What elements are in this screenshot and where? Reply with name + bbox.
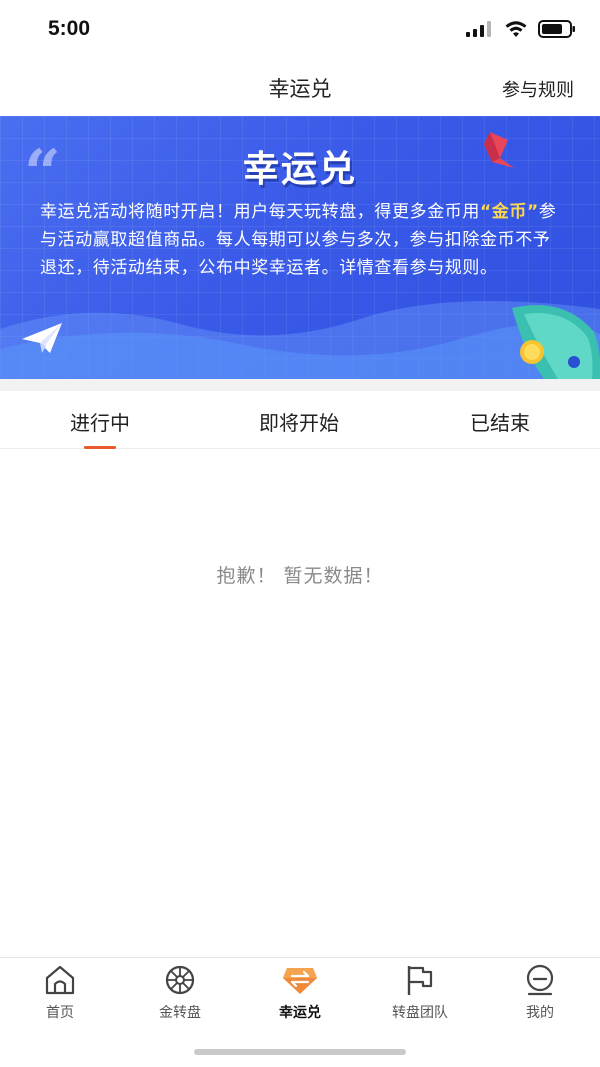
wifi-icon [505,21,527,37]
tabbar-item-home[interactable]: 首页 [0,964,120,1022]
tabbar-item-wheel[interactable]: 金转盘 [120,964,240,1022]
tab-upcoming[interactable]: 即将开始 [229,407,369,436]
rules-link[interactable]: 参与规则 [502,76,574,102]
status-time: 5:00 [48,17,91,40]
flag-icon [407,966,433,995]
banner-highlight: “金币” [480,202,539,222]
tabbar-label-home: 首页 [46,1005,74,1021]
screen: 5:00 幸运兑 参与规则 “ 幸运兑 幸运兑活动将随时开启！用户每天玩转盘，得… [0,0,600,1067]
exchange-icon [283,968,317,994]
active-tab-indicator [84,446,116,449]
tabbar-item-profile[interactable]: 我的 [480,964,600,1022]
signal-icon [466,21,491,37]
profile-icon [526,964,554,996]
nav-bar: 幸运兑 参与规则 [0,60,600,116]
battery-icon [538,20,575,38]
banner-text-part1: 幸运兑活动将随时开启！用户每天玩转盘，得更多金币用 [40,202,480,222]
tabbar-label-exchange: 幸运兑 [279,1005,321,1021]
section-divider [0,379,600,391]
tabbar-label-team: 转盘团队 [392,1005,448,1021]
home-icon [45,965,75,995]
tabbar-label-wheel: 金转盘 [159,1005,201,1021]
tabbar-item-team[interactable]: 转盘团队 [360,964,480,1022]
wheel-icon [165,965,195,995]
status-bar: 5:00 [0,0,600,60]
status-icons [466,20,576,38]
empty-state-message: 抱歉！ 暂无数据！ [216,565,384,587]
banner-description: 幸运兑活动将随时开启！用户每天玩转盘，得更多金币用“金币”参与活动赢取超值商品。… [40,198,566,282]
home-indicator[interactable] [194,1049,406,1055]
tabbar-label-profile: 我的 [526,1005,554,1021]
tab-ended[interactable]: 已结束 [430,407,570,436]
tab-ongoing[interactable]: 进行中 [30,407,170,436]
paper-plane-icon [22,323,62,353]
status-tabs: 进行中 即将开始 已结束 [0,391,600,449]
banner-title: 幸运兑 [242,149,357,190]
tabbar-item-exchange[interactable]: 幸运兑 [240,964,360,1022]
promo-banner: “ 幸运兑 幸运兑活动将随时开启！用户每天玩转盘，得更多金币用“金币”参与活动赢… [0,116,600,379]
fish-coin-illustration [512,305,600,379]
